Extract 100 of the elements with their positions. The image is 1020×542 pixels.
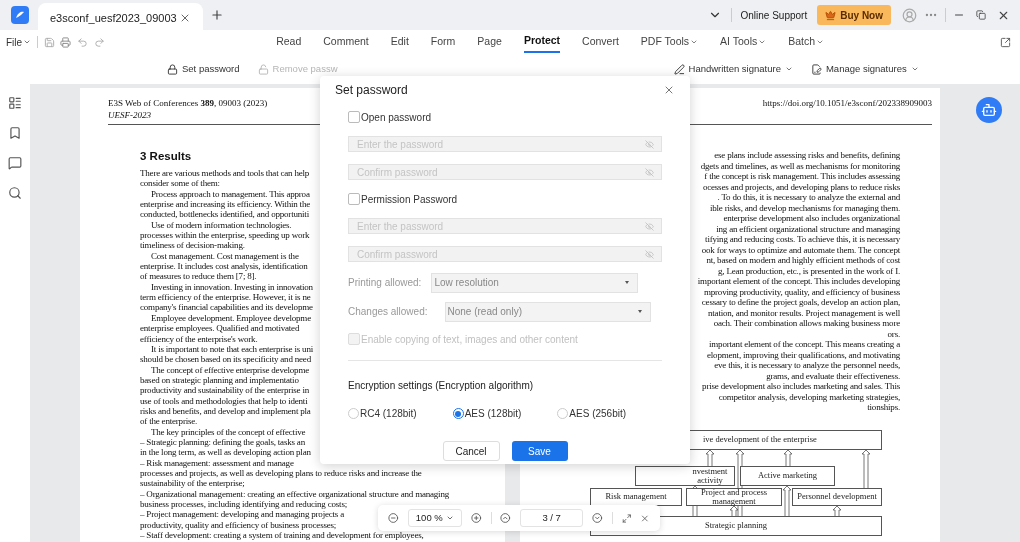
text-line: ing an efficient organizational structure and managing <box>716 223 900 234</box>
text-line: Process approach to management. This approa <box>151 188 310 200</box>
search-icon[interactable] <box>8 186 22 200</box>
checkbox-label: Permission Password <box>361 192 458 207</box>
save-icon[interactable] <box>44 36 56 48</box>
close-icon[interactable] <box>663 84 675 96</box>
text-line: enterprise and increasing its efficiency. Within the <box>140 199 310 210</box>
menu-tab[interactable]: Convert <box>582 31 619 53</box>
diagram-box: Active marketing <box>740 465 835 486</box>
text-line: The concept of effective enterprise developme <box>151 364 309 375</box>
text-line: based on strategic planning and implementatio <box>140 374 299 386</box>
document-tab[interactable]: e3sconf_uesf2023_09003 <box>38 3 203 33</box>
menu-tab[interactable]: Page <box>477 31 502 53</box>
zoom-in-icon[interactable] <box>471 512 482 524</box>
caret-icon <box>23 38 32 46</box>
text-line: It is important to note that each enterprise is uni <box>151 343 313 355</box>
text-line: cessary to define the project goals, develop an action plan, <box>701 297 900 308</box>
caret-icon <box>445 514 454 522</box>
text-line: company's financial capabilities and its developme <box>140 302 313 313</box>
unlock-icon <box>257 63 269 75</box>
text-line: ocesses and projects, and developing plans to reduce risks <box>702 181 900 192</box>
text-line: . To do this, it is necessary to analyze the external and <box>717 192 900 203</box>
restore-icon[interactable] <box>976 10 986 20</box>
text-line: ntation, and monitor results. Project management is well <box>708 307 900 318</box>
caret-icon <box>910 65 919 73</box>
buy-now-button[interactable]: Buy Now <box>817 5 891 25</box>
text-line: term efficiency of the enterprise. However, it is ne <box>140 292 311 303</box>
text-line: processes and projects, as well as developing plans to reduce risks and increase the <box>140 467 422 479</box>
close-icon[interactable] <box>640 512 650 524</box>
text-line: ible risks, and develop mechanisms for managing them. <box>709 202 900 213</box>
menu-tab[interactable]: Read <box>276 31 302 53</box>
text-line: – Strategic planning: defining the goals, tasks an <box>140 436 305 448</box>
toolbar-button[interactable]: Set password <box>167 61 240 77</box>
cancel-button[interactable]: Cancel <box>442 441 500 461</box>
save-button[interactable]: Save <box>511 441 568 461</box>
checkbox[interactable] <box>348 193 360 205</box>
avatar-icon[interactable] <box>902 7 917 23</box>
dialog-title: Set password <box>335 82 408 99</box>
text-line: risks and benefits, and develop and implement pla <box>140 405 311 417</box>
undo-icon[interactable] <box>77 36 89 48</box>
online-support-link[interactable]: Online Support <box>740 7 808 23</box>
comment-icon[interactable] <box>8 156 22 170</box>
menu-tab[interactable]: Batch <box>788 31 825 53</box>
text-line: timeliness of decision-making. <box>140 240 245 251</box>
text-line: – Risk management: assessment and manage <box>140 457 294 468</box>
signatures-icon <box>810 63 822 75</box>
text-line: of measures to reduce them [7; 8]. <box>140 271 257 282</box>
caret-icon <box>758 38 767 46</box>
menu-tab[interactable]: Edit <box>390 31 409 53</box>
text-line: business processes, including identifying and reducing costs; <box>140 499 347 510</box>
text-line: competitor analysis, developing marketing strategies, <box>718 391 900 402</box>
text-line: conducted, bottlenecks identified, and opportuniti <box>140 209 309 220</box>
doi-link[interactable]: https://doi.org/10.1051/e3sconf/202338909003 <box>762 98 932 108</box>
menu-tab[interactable]: Form <box>430 31 456 53</box>
text-line: Cost management. Cost management is the <box>151 250 299 262</box>
thumbnails-icon[interactable] <box>8 96 22 110</box>
text-line: Employee development. Employee developme <box>151 312 311 324</box>
previous-page-icon[interactable] <box>500 512 511 524</box>
text-line: – Project management: developing and managing projects a <box>140 509 344 520</box>
text-line: – Organizational management: creating an effective organizational structure and managing <box>140 488 450 499</box>
text-line: enterprise employees. Qualified and motivated <box>140 323 300 334</box>
menu-tab[interactable]: PDF Tools <box>640 31 699 53</box>
bookmark-icon[interactable] <box>8 126 22 140</box>
text-line: tifying and reducing costs. To achieve this, it is necessary <box>705 234 900 245</box>
app-logo-icon[interactable] <box>11 6 29 24</box>
text-line: important element of the concept. This includes developing <box>697 276 900 287</box>
checkbox-label: Enable copying of text, images and other content <box>361 332 578 347</box>
text-line: in the long term, as well as developing action plan <box>140 447 311 458</box>
text-line: prise development also includes marketing and sales. This <box>702 381 900 392</box>
checkbox[interactable] <box>348 111 360 123</box>
redo-icon[interactable] <box>94 36 106 48</box>
menu-tab[interactable]: AI Tools <box>720 31 767 53</box>
print-icon[interactable] <box>60 36 72 48</box>
text-line: consider some of them: <box>140 178 220 189</box>
text-line: f the concept is risk management. This includes assessing <box>704 171 900 182</box>
open-external-icon[interactable] <box>1000 36 1011 48</box>
assistant-bot-icon[interactable] <box>976 97 1002 123</box>
fullscreen-icon[interactable] <box>621 512 632 524</box>
text-line: processes within the enterprise, speeding up work <box>140 230 310 241</box>
toolbar-button[interactable]: Manage signatures <box>810 61 919 77</box>
text-line: productivity, quality and efficiency of business processes; <box>140 519 337 531</box>
text-line: elopment, improving their qualifications, and motivating <box>707 349 900 360</box>
page-number-field[interactable]: 3 / 7 <box>520 509 584 527</box>
menu-tab[interactable]: Comment <box>323 31 369 53</box>
zoom-out-icon[interactable] <box>388 512 399 524</box>
file-menu[interactable]: File <box>6 34 32 50</box>
new-tab-icon[interactable] <box>210 8 224 22</box>
lock-icon <box>167 63 178 75</box>
close-icon[interactable] <box>179 12 191 24</box>
diagram-box: Project and process management <box>686 487 782 506</box>
text-line: Investing in innovation. Investing in innovation <box>151 281 313 293</box>
text-line: Use of modern information technologies. <box>151 219 292 231</box>
zoom-level-field[interactable]: 100 % <box>407 509 463 527</box>
text-line: sustainability of the enterprise; <box>140 478 245 489</box>
caret-icon <box>784 65 793 73</box>
next-page-icon[interactable] <box>592 512 603 524</box>
text-line: oach. Their combination allows making business more <box>713 318 900 329</box>
caret-icon <box>690 38 699 46</box>
toolbar-button[interactable]: Handwritten signature <box>673 61 793 77</box>
radio-label: AES (128bit) <box>464 407 522 421</box>
